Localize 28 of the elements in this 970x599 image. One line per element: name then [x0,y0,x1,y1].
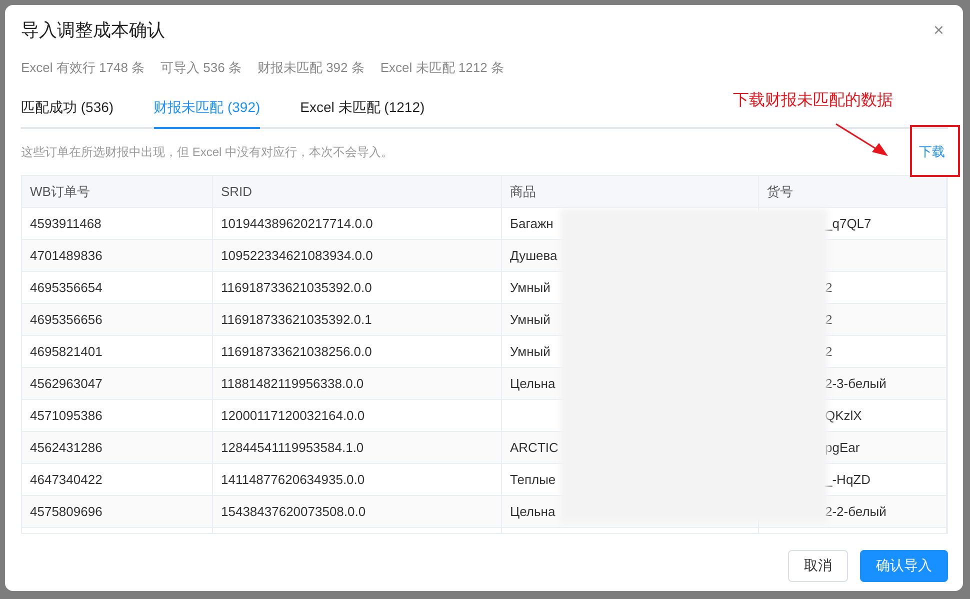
annotation-text: 下载财报未匹配的数据 [733,90,893,111]
tab[interactable]: 匹配成功 (536) [21,93,114,129]
column-header: 货号 [758,176,946,208]
cancel-button[interactable]: 取消 [788,550,848,582]
download-link[interactable]: 下载 [919,143,945,161]
close-button[interactable]: × [929,20,948,40]
note-text: 这些订单在所选财报中出现，但 Excel 中没有对应行，本次不会导入。 [21,144,394,160]
table-cell: 15438437620073508.0.0 [212,496,502,528]
table-cell: 4562963047 [22,368,212,400]
stat-text: 可导入 536 条 [160,59,242,77]
tab[interactable]: Excel 未匹配 (1212) [300,93,425,129]
table-cell: 4695356656 [22,304,212,336]
table-cell: 109522334621083934.0.0 [212,240,502,272]
table-cell: 12844541119953584.1.0 [212,432,502,464]
dialog-title: 导入调整成本确认 [21,19,165,42]
confirm-button[interactable]: 确认导入 [860,550,948,582]
column-header: SRID [212,176,502,208]
stat-text: Excel 有效行 1748 条 [21,59,145,77]
tab[interactable]: 财报未匹配 (392) [154,93,260,129]
stat-text: 财报未匹配 392 条 [257,59,364,77]
table-cell: 4701489836 [22,240,212,272]
stat-text: Excel 未匹配 1212 条 [380,59,504,77]
table-cell: 4575809696 [22,496,212,528]
table-cell: 4562431286 [22,432,212,464]
column-header: WB订单号 [22,176,212,208]
column-header: 商品 [502,176,758,208]
table-cell: 11881482119956338.0.0 [212,368,502,400]
table-cell: 116918733621035392.0.1 [212,304,502,336]
